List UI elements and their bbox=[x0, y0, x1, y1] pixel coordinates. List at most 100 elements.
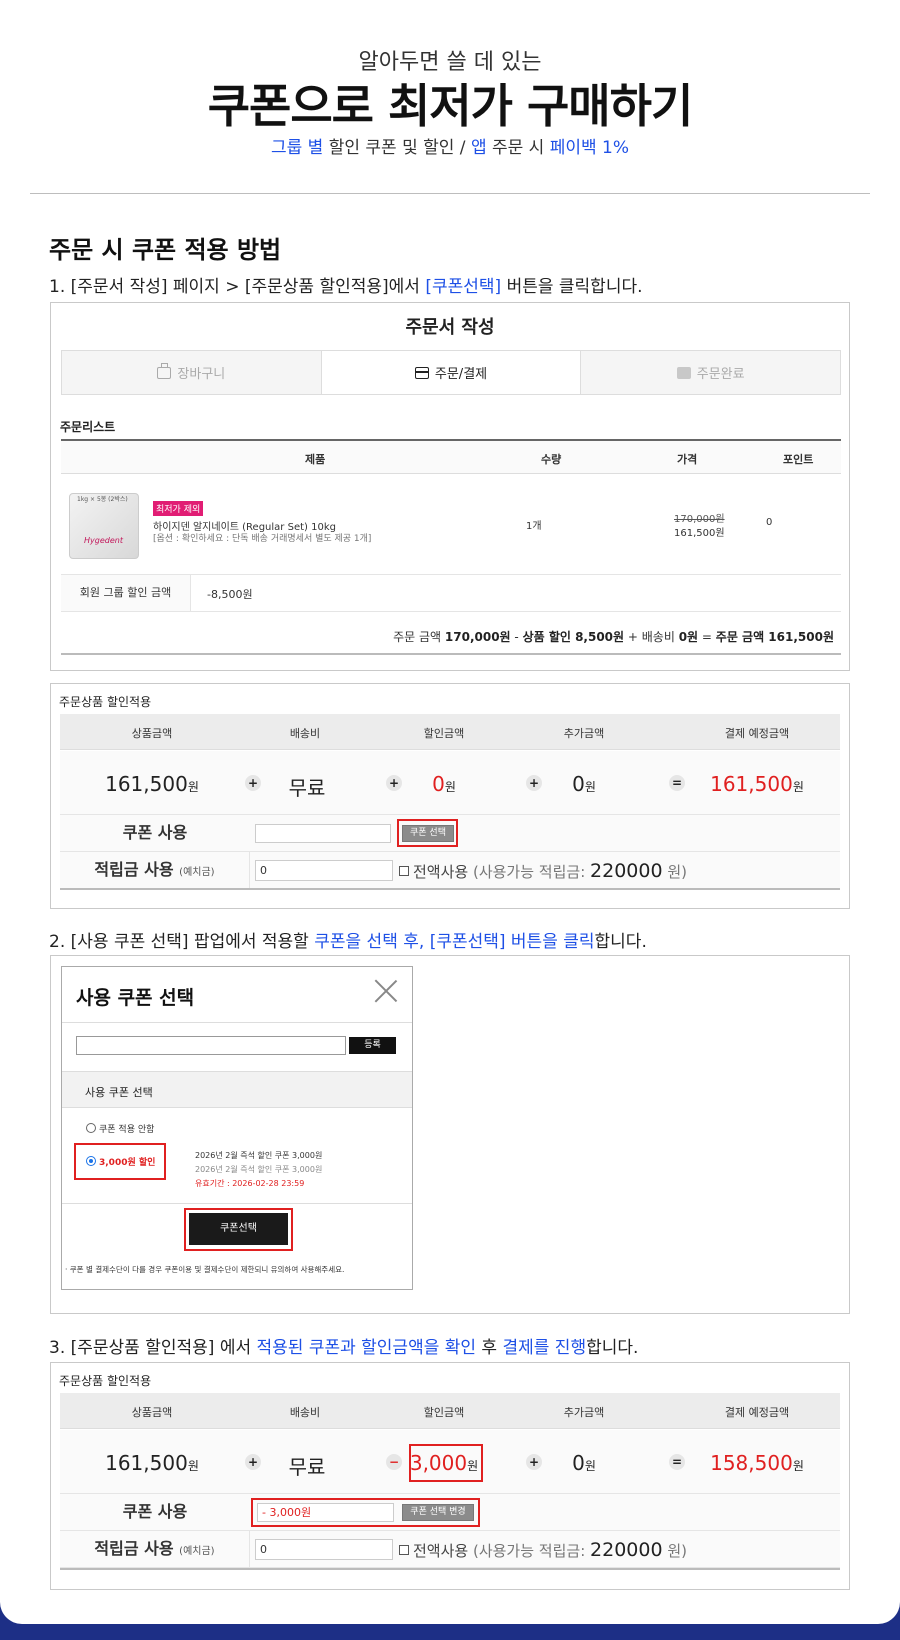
equals-icon: = bbox=[669, 1454, 685, 1470]
equals-icon: = bbox=[669, 775, 685, 791]
available-suffix: 원) bbox=[667, 863, 688, 881]
available-prefix: (사용가능 적립금: bbox=[472, 1542, 586, 1560]
tagline-group: 그룹 별 bbox=[270, 138, 324, 158]
summary-shipping: 0원 bbox=[678, 630, 699, 644]
header-extra: 추가금액 bbox=[563, 1406, 605, 1419]
coupon-label: 쿠폰 사용 bbox=[122, 1502, 188, 1521]
price-original: 170,000원 bbox=[674, 514, 725, 525]
col-product: 제품 bbox=[305, 453, 326, 466]
group-discount-value: -8,500원 bbox=[207, 588, 253, 601]
popup-title: 사용 쿠폰 선택 bbox=[76, 987, 195, 1009]
order-steps: 장바구니 주문/결제 주문완료 bbox=[61, 350, 841, 395]
step-3-part: 합니다. bbox=[586, 1338, 639, 1358]
group-discount-label: 회원 그룹 할인 금액 bbox=[61, 575, 191, 611]
points-input[interactable]: 0 bbox=[255, 860, 393, 881]
header-extra: 추가금액 bbox=[563, 727, 605, 740]
amount: 158,500 bbox=[710, 1451, 793, 1475]
amount: 0 bbox=[572, 772, 585, 796]
summary-part: 주문 금액 bbox=[393, 630, 445, 644]
value-product-amount: 161,500원 bbox=[92, 1451, 212, 1475]
coupon-name: 2026년 2월 즉석 할인 쿠폰 3,000원 bbox=[195, 1151, 323, 1160]
unit: 원 bbox=[187, 1459, 199, 1473]
value-total: 161,500원 bbox=[697, 772, 817, 796]
price-discounted: 161,500원 bbox=[674, 528, 725, 539]
available-value: 220000 bbox=[590, 1539, 663, 1561]
tagline-text: 할인 쿠폰 및 할인 / bbox=[323, 138, 471, 158]
highlight-box bbox=[409, 1444, 483, 1482]
coupon-name-sub: 2026년 2월 즉석 할인 쿠폰 3,000원 bbox=[195, 1165, 323, 1174]
value-extra: 0원 bbox=[524, 772, 644, 796]
use-all-checkbox[interactable]: 전액사용 (사용가능 적립금: 220000 원) bbox=[399, 1539, 687, 1561]
section-title: 주문 시 쿠폰 적용 방법 bbox=[49, 236, 282, 264]
amount: 161,500 bbox=[105, 772, 188, 796]
step-cart[interactable]: 장바구니 bbox=[62, 351, 322, 394]
radio-button[interactable] bbox=[86, 1123, 96, 1133]
points-label: 적립금 사용 (예치금) bbox=[60, 852, 250, 888]
page: 알아두면 쓸 데 있는 쿠폰으로 최저가 구매하기 그룹 별 할인 쿠폰 및 할… bbox=[0, 0, 900, 1624]
discount-values: 161,500원 + 무료 − 3,000원 + 0원 = 158,500원 bbox=[60, 1430, 840, 1494]
header-shipping: 배송비 bbox=[289, 1406, 321, 1419]
shopping-bag-icon bbox=[157, 362, 172, 379]
highlight-box bbox=[397, 819, 458, 847]
use-all-label: 전액사용 bbox=[413, 863, 469, 881]
value-total: 158,500원 bbox=[697, 1451, 817, 1475]
coupon-popup: 사용 쿠폰 선택 등록 사용 쿠폰 선택 쿠폰 적용 안함 3,000원 할인 … bbox=[61, 966, 413, 1290]
discount-label: 주문상품 할인적용 bbox=[59, 695, 152, 709]
unit: 원 bbox=[792, 780, 804, 794]
order-table-header: 제품 수량 가격 포인트 bbox=[61, 439, 841, 474]
product-brand: Hygedent bbox=[84, 536, 123, 545]
close-icon[interactable] bbox=[374, 979, 398, 1003]
tagline-text2: 주문 시 bbox=[486, 138, 550, 158]
popup-section: 사용 쿠폰 선택 bbox=[62, 1071, 412, 1108]
step-complete-label: 주문완료 bbox=[696, 367, 745, 382]
discount-label: 주문상품 할인적용 bbox=[59, 1374, 152, 1388]
step-cart-label: 장바구니 bbox=[177, 367, 226, 382]
unit: 원 bbox=[187, 780, 199, 794]
points-row: 적립금 사용 (예치금) 0 전액사용 (사용가능 적립금: 220000 원) bbox=[60, 852, 840, 889]
checkbox[interactable] bbox=[399, 866, 409, 876]
header-title: 쿠폰으로 최저가 구매하기 bbox=[207, 79, 694, 133]
highlight-box bbox=[184, 1208, 293, 1251]
step-payment[interactable]: 주문/결제 bbox=[321, 351, 582, 394]
discount-panel-1: 주문상품 할인적용 상품금액 배송비 할인금액 추가금액 결제 예정금액 161… bbox=[50, 683, 850, 909]
header-shipping: 배송비 bbox=[289, 727, 321, 740]
divider bbox=[60, 1568, 840, 1570]
group-discount-row: 회원 그룹 할인 금액 -8,500원 bbox=[61, 575, 841, 612]
value-shipping: 무료 bbox=[288, 776, 326, 800]
step-payment-label: 주문/결제 bbox=[434, 367, 488, 382]
checkbox[interactable] bbox=[399, 1545, 409, 1555]
available-suffix: 원) bbox=[667, 1542, 688, 1560]
amount: 161,500 bbox=[710, 772, 793, 796]
step-3-text: 3. [주문상품 할인적용] 에서 적용된 쿠폰과 할인금액을 확인 후 결제를… bbox=[49, 1333, 638, 1358]
points-sub: (예치금) bbox=[179, 867, 215, 878]
summary-product-discount: 상품 할인 8,500원 bbox=[522, 630, 625, 644]
points-label-text: 적립금 사용 bbox=[94, 1539, 174, 1558]
step-3-part: 3. [주문상품 할인적용] 에서 bbox=[49, 1338, 257, 1358]
col-point: 포인트 bbox=[783, 453, 814, 466]
use-all-checkbox[interactable]: 전액사용 (사용가능 적립금: 220000 원) bbox=[399, 860, 687, 882]
highlight-box bbox=[251, 1498, 480, 1527]
amount: 0 bbox=[432, 772, 445, 796]
radio-no-coupon[interactable]: 쿠폰 적용 안함 bbox=[86, 1122, 154, 1135]
coupon-code-input[interactable] bbox=[76, 1036, 346, 1055]
discount-panel-2: 주문상품 할인적용 상품금액 배송비 할인금액 추가금액 결제 예정금액 161… bbox=[50, 1362, 850, 1590]
discount-header: 상품금액 배송비 할인금액 추가금액 결제 예정금액 bbox=[60, 1393, 840, 1429]
discount-header: 상품금액 배송비 할인금액 추가금액 결제 예정금액 bbox=[60, 714, 840, 750]
value-shipping: 무료 bbox=[288, 1455, 326, 1479]
step-1-part: 버튼을 클릭합니다. bbox=[501, 277, 643, 297]
coupon-input[interactable] bbox=[255, 824, 391, 843]
tagline-payback: 페이백 1% bbox=[549, 138, 630, 158]
header-product-amount: 상품금액 bbox=[131, 1406, 173, 1419]
popup-note: · 쿠폰 별 결제수단이 다를 경우 쿠폰이용 및 결제수단이 제한되니 유의하… bbox=[65, 1265, 345, 1274]
radio-label: 쿠폰 적용 안함 bbox=[99, 1125, 155, 1135]
points-row: 적립금 사용 (예치금) 0 전액사용 (사용가능 적립금: 220000 원) bbox=[60, 1531, 840, 1568]
coupon-popup-panel: 사용 쿠폰 선택 등록 사용 쿠폰 선택 쿠폰 적용 안함 3,000원 할인 … bbox=[50, 955, 850, 1314]
register-button[interactable]: 등록 bbox=[349, 1037, 396, 1054]
points-input[interactable]: 0 bbox=[255, 1539, 393, 1560]
step-complete[interactable]: 주문완료 bbox=[581, 351, 841, 394]
order-form-title: 주문서 작성 bbox=[405, 317, 495, 338]
points-label: 적립금 사용 (예치금) bbox=[60, 1531, 250, 1567]
step-1-text: 1. [주문서 작성] 페이지 > [주문상품 할인적용]에서 [쿠폰선택] 버… bbox=[49, 272, 643, 297]
points-label-text: 적립금 사용 bbox=[94, 860, 174, 879]
unit: 원 bbox=[584, 780, 596, 794]
